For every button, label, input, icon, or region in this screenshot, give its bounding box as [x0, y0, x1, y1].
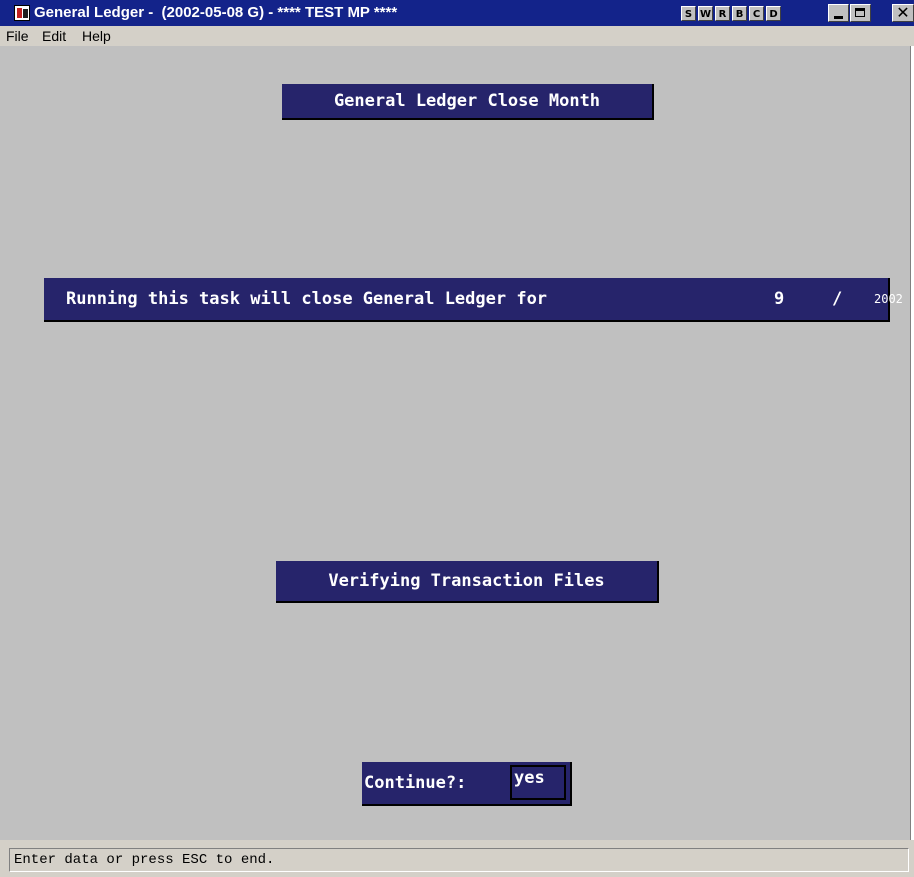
b-button[interactable]: B [732, 6, 747, 21]
progress-label: Verifying Transaction Files [276, 561, 659, 603]
menu-edit[interactable]: Edit [42, 28, 66, 44]
ledger-app-icon[interactable] [14, 5, 30, 21]
menu-help[interactable]: Help [82, 28, 111, 44]
close-month-message: Running this task will close General Led… [44, 278, 903, 322]
menu-bar: File Edit Help [0, 26, 914, 46]
menu-file[interactable]: File [6, 28, 29, 44]
minimize-icon [834, 16, 843, 19]
title-bar[interactable]: General Ledger - (2002-05-08 G) - **** T… [0, 0, 914, 26]
r-button[interactable]: R [715, 6, 730, 21]
continue-prompt: Continue?: yes [362, 762, 572, 806]
application-window: General Ledger - (2002-05-08 G) - **** T… [0, 0, 914, 877]
maximize-icon [855, 8, 865, 17]
window-border [910, 46, 914, 840]
status-text: Enter data or press ESC to end. [14, 852, 275, 868]
d-button[interactable]: D [766, 6, 781, 21]
month-field[interactable]: 9 [774, 278, 784, 320]
maximize-button[interactable] [850, 4, 871, 22]
w-button[interactable]: W [698, 6, 713, 21]
c-button[interactable]: C [749, 6, 764, 21]
status-bar: Enter data or press ESC to end. [0, 840, 914, 877]
screen-title: General Ledger Close Month [282, 84, 654, 120]
continue-label: Continue?: [364, 773, 467, 793]
message-text: Running this task will close General Led… [66, 289, 548, 309]
status-panel: Enter data or press ESC to end. [9, 848, 909, 872]
continue-input[interactable]: yes [510, 765, 566, 800]
terminal-screen: General Ledger Close Month Running this … [0, 46, 910, 840]
minimize-button[interactable] [828, 4, 849, 22]
date-separator: / [832, 289, 843, 309]
close-button[interactable]: ✕ [892, 4, 914, 22]
close-icon: ✕ [896, 3, 910, 22]
year-field[interactable]: 2002 [874, 278, 903, 320]
s-button[interactable]: S [681, 6, 696, 21]
window-title: General Ledger - (2002-05-08 G) - **** T… [34, 4, 398, 21]
